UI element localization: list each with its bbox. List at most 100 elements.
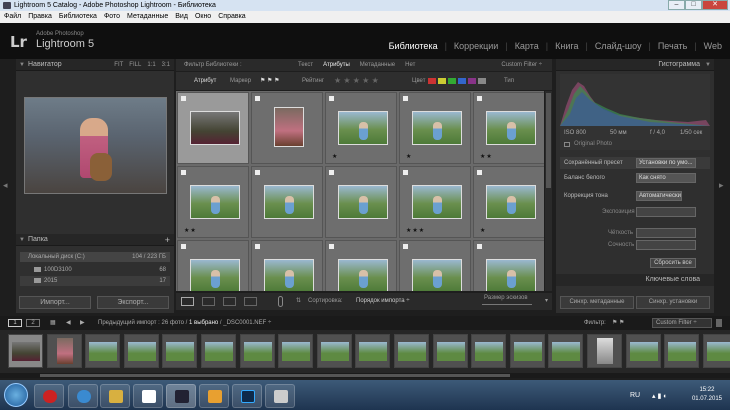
folders-header[interactable]: ▼ Папка + [16, 234, 174, 246]
navigator-header[interactable]: ▼ Навигатор FIT FILL 1:1 3:1 [16, 59, 174, 71]
taskbar-photoshop[interactable] [232, 384, 262, 408]
left-panel-toggle-icon[interactable]: ◂ [3, 180, 8, 191]
select-checkbox-icon[interactable] [181, 96, 186, 101]
menu-file[interactable]: Файл [4, 11, 21, 23]
import-button[interactable]: Импорт... [19, 296, 91, 309]
module-library[interactable]: Библиотека [389, 41, 438, 51]
grid-cell[interactable] [251, 240, 323, 291]
menu-edit[interactable]: Правка [28, 11, 52, 23]
filmstrip-thumbnail[interactable] [316, 334, 352, 368]
grid-cell[interactable]: ★ [399, 92, 471, 164]
star-rating[interactable]: ★★ [480, 153, 493, 160]
page-1-button[interactable]: 1 [8, 319, 22, 327]
filmstrip-thumbnail[interactable] [625, 334, 661, 368]
grid-cell[interactable] [251, 92, 323, 164]
thumbnail[interactable] [274, 107, 304, 147]
grid-cell[interactable] [325, 166, 397, 238]
thumbnail[interactable] [412, 111, 462, 145]
module-develop[interactable]: Коррекции [454, 41, 498, 51]
thumbnail[interactable] [338, 185, 388, 219]
filter-tab-metadata[interactable]: Метаданные [360, 59, 395, 71]
grid-cell[interactable]: ★★★ [399, 166, 471, 238]
menu-metadata[interactable]: Метаданные [127, 11, 168, 23]
menu-view[interactable]: Вид [175, 11, 188, 23]
taskbar-yandex[interactable] [133, 384, 163, 408]
grid-cell[interactable] [399, 240, 471, 291]
grid-cell[interactable] [177, 240, 249, 291]
taskbar-lightroom[interactable] [166, 384, 196, 408]
module-map[interactable]: Карта [515, 41, 539, 51]
histogram[interactable]: ISO 800 50 мм f / 4,0 1/50 сек Original … [560, 74, 710, 150]
close-button[interactable]: ✕ [702, 0, 728, 10]
grid-cell[interactable] [177, 92, 249, 164]
page-2-button[interactable]: 2 [26, 319, 40, 327]
preset-select[interactable]: Установки по умо... [636, 158, 696, 168]
menu-library[interactable]: Библиотека [59, 11, 97, 23]
taskbar-explorer[interactable] [100, 384, 130, 408]
filmstrip-thumbnail[interactable] [201, 334, 236, 368]
filmstrip-thumbnail[interactable] [46, 334, 82, 368]
add-folder-icon[interactable]: + [165, 234, 170, 246]
nav-fill[interactable]: FILL [129, 59, 141, 71]
exposure-buttons[interactable] [636, 207, 696, 217]
flag-filter-icon[interactable]: ⚑ ⚑ [612, 316, 624, 330]
survey-view-icon[interactable] [244, 297, 257, 306]
grid-cell[interactable] [251, 166, 323, 238]
filter-tab-text[interactable]: Текст [298, 59, 313, 71]
thumbnail[interactable] [264, 259, 314, 291]
filmstrip-thumbnail[interactable] [162, 334, 198, 368]
taskbar-ie[interactable] [68, 384, 98, 408]
taskbar-opera[interactable] [34, 384, 64, 408]
select-checkbox-icon[interactable] [255, 170, 260, 175]
flag-icons[interactable]: ⚑ ⚑ ⚑ [260, 72, 279, 90]
filter-lock-icon[interactable] [716, 319, 722, 327]
sync-settings-button[interactable]: Синхр. установки [636, 296, 710, 309]
color-labels[interactable] [428, 78, 486, 84]
grid-view-icon[interactable] [181, 297, 194, 306]
grid-cell[interactable] [473, 240, 544, 291]
filter-tab-attributes[interactable]: Атрибуты [323, 59, 350, 71]
star-rating[interactable]: ★ [406, 153, 412, 160]
histogram-header[interactable]: Гистограмма ▼ [556, 59, 714, 71]
status-file[interactable]: / _DSC0001.NEF ÷ [218, 320, 271, 326]
custom-filter-select[interactable]: Custom Filter ÷ [501, 59, 542, 71]
select-checkbox-icon[interactable] [477, 170, 482, 175]
module-print[interactable]: Печать [658, 41, 687, 51]
rating-stars[interactable]: ★ ★ ★ ★ ★ [334, 72, 379, 90]
spray-can-icon[interactable] [278, 296, 283, 307]
grid-cell[interactable]: ★ [473, 166, 544, 238]
thumbnail[interactable] [486, 111, 536, 145]
navigator-preview[interactable] [24, 97, 167, 194]
thumbnail[interactable] [486, 259, 536, 291]
disk-row[interactable]: Локальный диск (C:) 104 / 223 ГБ [20, 252, 170, 262]
compare-view-icon[interactable] [223, 297, 236, 306]
filmstrip-thumbnail[interactable] [471, 334, 507, 368]
sort-select[interactable]: Порядок импорта ÷ [356, 293, 410, 310]
select-checkbox-icon[interactable] [403, 170, 408, 175]
thumbnail[interactable] [412, 259, 462, 291]
wb-select[interactable]: Как снято [636, 173, 696, 183]
right-panel-toggle-icon[interactable]: ▸ [719, 180, 724, 191]
sync-metadata-button[interactable]: Синхр. метаданные [560, 296, 634, 309]
select-checkbox-icon[interactable] [477, 96, 482, 101]
menu-photo[interactable]: Фото [104, 11, 120, 23]
filmstrip-thumbnail[interactable] [278, 334, 314, 368]
filmstrip-thumbnail[interactable] [355, 334, 391, 368]
grid-cell[interactable] [325, 240, 397, 291]
filmstrip-filter-select[interactable]: Custom Filter ÷ [652, 318, 712, 328]
filmstrip-thumbnail[interactable] [702, 334, 730, 368]
export-button[interactable]: Экспорт... [97, 296, 169, 309]
star-rating[interactable]: ★ [480, 227, 486, 234]
maximize-button[interactable]: □ [685, 0, 702, 10]
select-checkbox-icon[interactable] [403, 244, 408, 249]
menu-window[interactable]: Окно [195, 11, 211, 23]
forward-icon[interactable]: ▶ [80, 316, 85, 330]
language-indicator[interactable]: RU [630, 392, 640, 399]
nav-fit[interactable]: FIT [114, 59, 123, 71]
auto-tone-button[interactable]: Автоматически [636, 191, 682, 201]
grid-cell[interactable]: ★★ [177, 166, 249, 238]
star-rating[interactable]: ★★ [184, 227, 197, 234]
select-checkbox-icon[interactable] [255, 96, 260, 101]
tray-icons[interactable]: ▴ ▮ ◐ [652, 392, 667, 400]
thumbnail[interactable] [190, 111, 240, 145]
